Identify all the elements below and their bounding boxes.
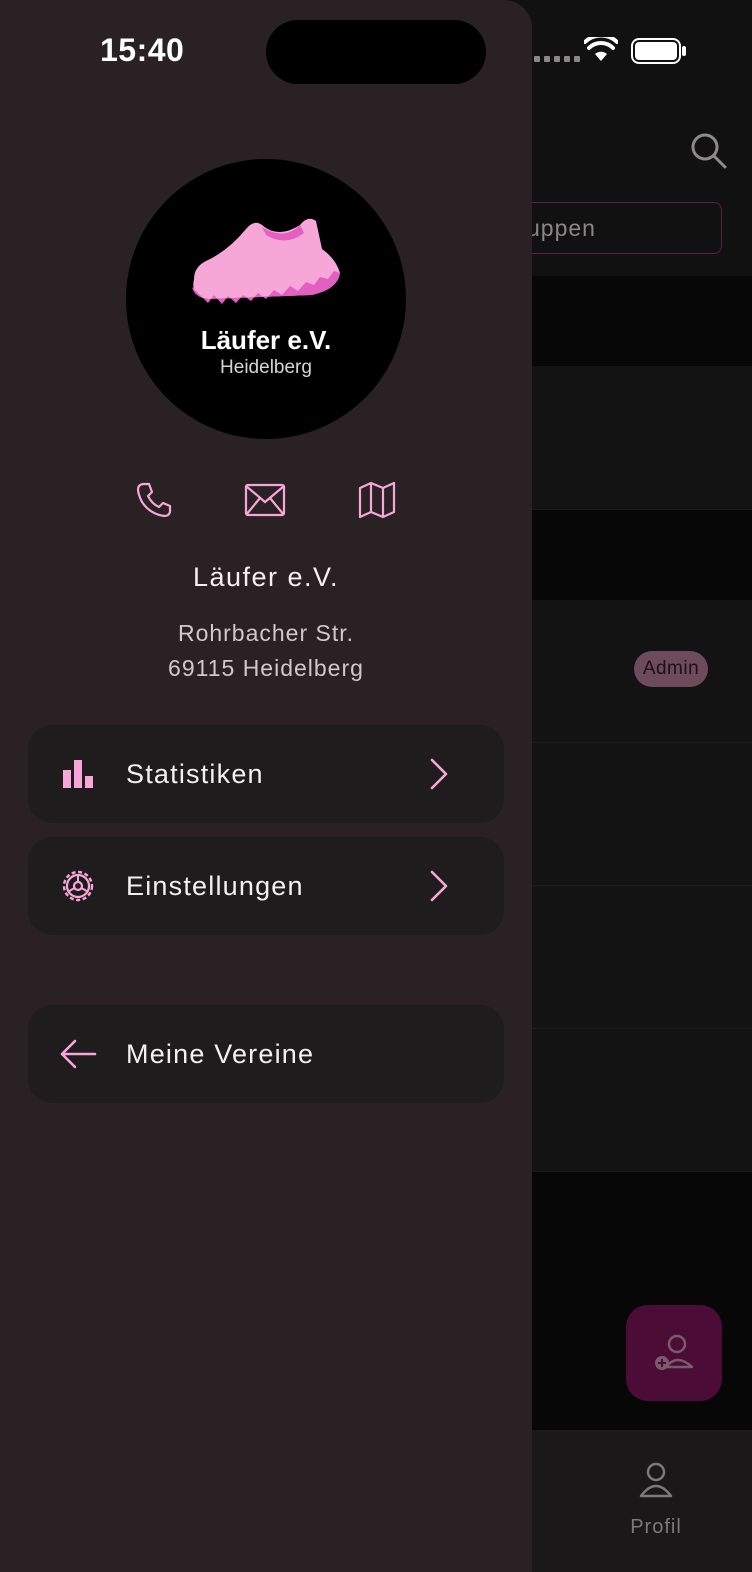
logo-club-city: Heidelberg xyxy=(220,357,312,378)
dynamic-island xyxy=(266,20,486,84)
running-shoe-icon xyxy=(192,218,340,304)
logo-club-name: Läufer e.V. xyxy=(200,325,332,355)
menu-item-label: Meine Vereine xyxy=(126,1039,315,1069)
club-logo: Läufer e.V. Heidelberg xyxy=(126,159,406,439)
battery-icon xyxy=(631,38,686,64)
admin-badge: Admin xyxy=(634,651,708,687)
navigation-drawer: 15:40 Läufer e.V. Heidelberg Läufer e.V.… xyxy=(0,0,532,1572)
settings-gear-icon xyxy=(58,866,98,906)
email-button[interactable] xyxy=(243,478,287,522)
call-button[interactable] xyxy=(132,478,176,522)
search-icon[interactable] xyxy=(690,132,728,170)
arrow-left-icon xyxy=(58,1034,98,1074)
chevron-right-icon xyxy=(430,870,448,902)
club-address: Rohrbacher Str. 69115 Heidelberg xyxy=(0,616,532,686)
cellular-signal-icon xyxy=(534,56,580,62)
address-street: Rohrbacher Str. xyxy=(177,620,355,646)
add-person-icon xyxy=(655,1334,694,1370)
map-icon xyxy=(358,481,396,519)
list-section-header xyxy=(510,276,752,366)
add-member-button[interactable] xyxy=(626,1305,722,1401)
menu-item-statistics[interactable]: Statistiken xyxy=(28,725,504,823)
list-item[interactable] xyxy=(510,886,752,1029)
address-city: 69115 Heidelberg xyxy=(168,655,364,681)
menu-item-label: Statistiken xyxy=(126,759,264,789)
profile-icon[interactable] xyxy=(639,1462,673,1498)
list-section-header xyxy=(510,510,752,600)
bottom-navigation xyxy=(510,1430,752,1572)
bar-chart-icon xyxy=(58,754,98,794)
map-button[interactable] xyxy=(355,478,399,522)
menu-item-my-clubs[interactable]: Meine Vereine xyxy=(28,1005,504,1103)
search-input[interactable]: uppen xyxy=(510,202,722,254)
phone-icon xyxy=(136,482,172,518)
chevron-right-icon xyxy=(430,758,448,790)
menu-item-settings[interactable]: Einstellungen xyxy=(28,837,504,935)
list-item[interactable] xyxy=(510,1029,752,1172)
list-item[interactable] xyxy=(510,743,752,886)
nav-profile-label[interactable]: Profil xyxy=(620,1516,692,1539)
wifi-icon xyxy=(584,37,618,61)
mail-icon xyxy=(244,483,286,517)
list-item[interactable] xyxy=(510,366,752,510)
menu-item-label: Einstellungen xyxy=(126,871,304,901)
status-bar-time: 15:40 xyxy=(100,32,185,68)
club-name: Läufer e.V. xyxy=(192,562,340,592)
list-item[interactable] xyxy=(510,600,752,743)
